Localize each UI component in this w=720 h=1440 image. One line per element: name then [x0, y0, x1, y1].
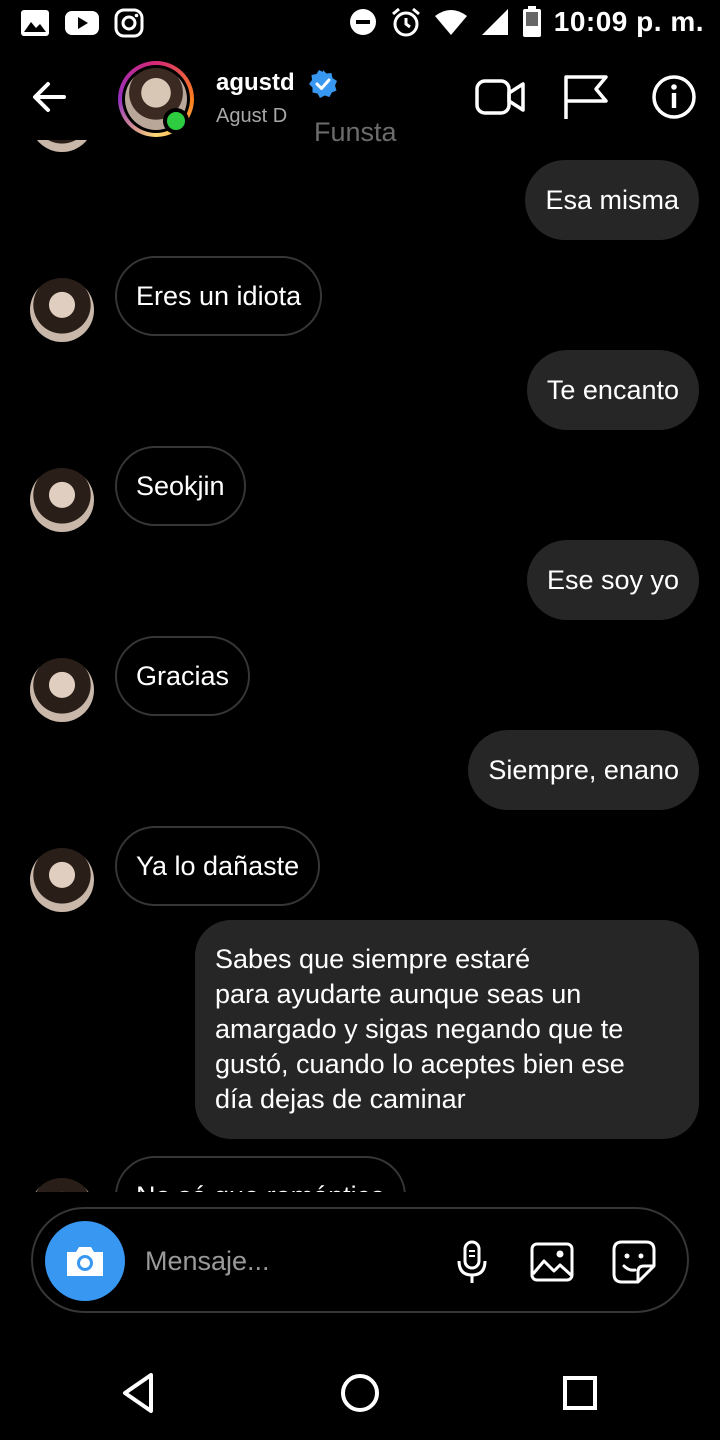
sender-avatar [30, 848, 94, 912]
sender-avatar [30, 278, 94, 342]
flag-icon[interactable] [560, 73, 612, 121]
verified-badge-icon [309, 70, 337, 98]
wifi-icon [434, 10, 467, 35]
sender-avatar [30, 468, 94, 532]
message-bubble-out[interactable]: Siempre, enano [468, 730, 699, 810]
image-icon[interactable] [529, 1239, 575, 1285]
message-bubble-out[interactable]: Te encanto [526, 350, 699, 430]
battery-icon [522, 6, 541, 37]
camera-button[interactable] [45, 1221, 125, 1301]
message-thread[interactable]: Esa misma Eres un idiota Te encanto Seok… [0, 140, 720, 1192]
message-bubble-in[interactable]: No sé que romántico [115, 1156, 407, 1192]
sender-avatar [30, 658, 94, 722]
home-circle-icon[interactable] [335, 1368, 385, 1418]
message-composer [31, 1207, 689, 1313]
message-bubble-in[interactable]: Ya lo dañaste [115, 826, 321, 906]
system-nav-bar [0, 1340, 720, 1440]
instagram-icon [114, 8, 144, 38]
dnd-icon [349, 9, 376, 35]
sender-avatar [30, 1178, 94, 1192]
sender-avatar [30, 140, 94, 152]
message-bubble-in[interactable]: Gracias [115, 636, 251, 716]
message-bubble-out[interactable]: Ese soy yo [526, 540, 699, 620]
message-bubble-out[interactable]: Sabes que siempre estaré para ayudarte a… [195, 920, 699, 1139]
status-bar: 10:09 p. m. [0, 0, 720, 50]
signal-icon [481, 9, 508, 35]
microphone-icon[interactable] [449, 1239, 495, 1285]
video-call-icon[interactable] [474, 73, 526, 121]
back-arrow-icon[interactable] [28, 75, 72, 119]
message-input[interactable] [145, 1239, 435, 1283]
online-status-dot [163, 108, 189, 134]
info-icon[interactable] [648, 73, 700, 121]
chat-header: agustd Agust D Funsta [0, 55, 720, 150]
message-bubble-in[interactable]: Eres un idiota [115, 256, 323, 336]
camera-icon [67, 1247, 103, 1276]
message-bubble-in[interactable]: Seokjin [115, 446, 246, 526]
status-time: 10:09 p. m. [553, 6, 704, 37]
gallery-icon [21, 10, 49, 36]
message-bubble-out[interactable]: Esa misma [525, 160, 699, 240]
sticker-icon[interactable] [611, 1239, 657, 1285]
header-username[interactable]: agustd [216, 69, 295, 97]
alarm-icon [391, 7, 420, 37]
youtube-icon [65, 11, 99, 35]
recents-square-icon[interactable] [555, 1368, 605, 1418]
header-subtitle: Agust D [216, 105, 288, 127]
back-triangle-icon[interactable] [115, 1368, 165, 1418]
